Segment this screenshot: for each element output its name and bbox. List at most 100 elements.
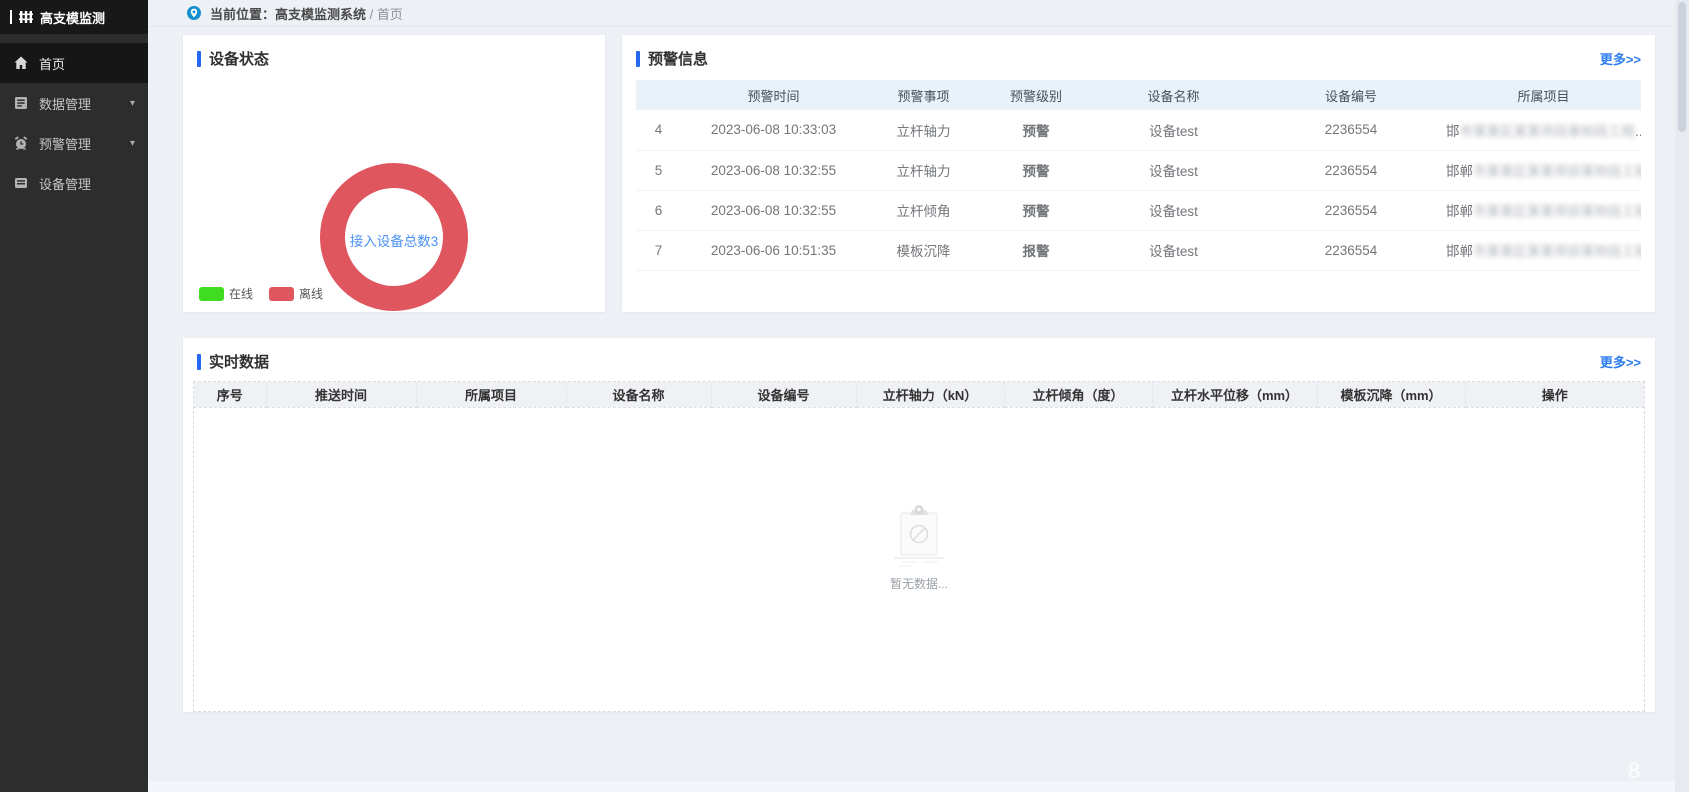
breadcrumb: 当前位置：高支模监测系统 / 首页 — [210, 4, 403, 23]
legend-online[interactable]: 在线 — [199, 285, 253, 302]
realtime-data-panel: 实时数据 更多>> 序号 推送时间 所属项目 设备名称 设备编号 立杆轴力（kN… — [183, 338, 1655, 712]
cell-level: 预警 — [981, 150, 1091, 190]
app-logo: 高支模监测 — [0, 0, 148, 34]
realtime-table-container: 序号 推送时间 所属项目 设备名称 设备编号 立杆轴力（kN） 立杆倾角（度） … — [193, 381, 1645, 712]
realtime-table: 序号 推送时间 所属项目 设备名称 设备编号 立杆轴力（kN） 立杆倾角（度） … — [194, 382, 1644, 408]
data-icon — [13, 95, 29, 111]
col-header-incline: 立杆倾角（度） — [1004, 382, 1152, 407]
cell-time: 2023-06-08 10:32:55 — [681, 150, 866, 190]
col-header-device-code: 设备编号 — [711, 382, 856, 407]
cell-project: 邯郸市某某区某某项目某标段工程... — [1446, 190, 1641, 230]
location-pin-icon — [186, 5, 202, 21]
cell-code: 2236554 — [1256, 230, 1446, 270]
cell-time: 2023-06-08 10:33:03 — [681, 110, 866, 150]
cell-device: 设备test — [1091, 230, 1256, 270]
breadcrumb-separator: / — [370, 7, 374, 22]
breadcrumb-prefix: 当前位置： — [210, 7, 275, 22]
vertical-scrollbar[interactable] — [1675, 0, 1689, 792]
alarm-table-header-row: 预警时间 预警事项 预警级别 设备名称 设备编号 所属项目 — [636, 80, 1641, 110]
col-header-item: 预警事项 — [866, 80, 981, 110]
realtime-panel-title: 实时数据 — [209, 351, 269, 372]
sidebar-item-label: 预警管理 — [39, 134, 91, 153]
cell-device: 设备test — [1091, 190, 1256, 230]
breadcrumb-current: 首页 — [377, 7, 403, 22]
sidebar-item-alarm-management[interactable]: 预警管理 ▾ — [0, 123, 148, 163]
alarm-bell-icon — [13, 135, 29, 151]
cell-level: 预警 — [981, 110, 1091, 150]
legend-swatch-offline — [269, 287, 294, 301]
sidebar-item-label: 数据管理 — [39, 94, 91, 113]
col-header-index: 序号 — [194, 382, 266, 407]
alarm-table: 预警时间 预警事项 预警级别 设备名称 设备编号 所属项目 4 2023-06-… — [636, 80, 1641, 271]
legend-swatch-online — [199, 287, 224, 301]
legend-label: 离线 — [299, 285, 323, 302]
cell-code: 2236554 — [1256, 190, 1446, 230]
realtime-panel-header: 实时数据 更多>> — [183, 338, 1655, 379]
chevron-down-icon[interactable]: ▾ — [130, 98, 135, 109]
cell-item: 立杆轴力 — [866, 110, 981, 150]
table-row[interactable]: 4 2023-06-08 10:33:03 立杆轴力 预警 设备test 223… — [636, 110, 1641, 150]
chevron-down-icon[interactable]: ▾ — [130, 138, 135, 149]
logo-bar — [10, 10, 12, 24]
table-row[interactable]: 6 2023-06-08 10:32:55 立杆倾角 预警 设备test 223… — [636, 190, 1641, 230]
sidebar: 高支模监测 首页 数据管理 ▾ 预警管理 ▾ 设备管理 — [0, 0, 148, 792]
table-row[interactable]: 5 2023-06-08 10:32:55 立杆轴力 预警 设备test 223… — [636, 150, 1641, 190]
legend-offline[interactable]: 离线 — [269, 285, 323, 302]
cell-time: 2023-06-06 10:51:35 — [681, 230, 866, 270]
scrollbar-thumb[interactable] — [1678, 2, 1686, 132]
breadcrumb-bar: 当前位置：高支模监测系统 / 首页 — [148, 0, 1689, 27]
home-icon — [13, 55, 29, 71]
empty-state-text: 暂无数据... — [886, 575, 952, 592]
col-header-time: 预警时间 — [681, 80, 866, 110]
title-accent-bar — [636, 51, 640, 67]
chart-legend: 在线 离线 — [199, 285, 323, 302]
table-row[interactable]: 7 2023-06-06 10:51:35 模板沉降 报警 设备test 223… — [636, 230, 1641, 270]
cell-index: 7 — [636, 230, 681, 270]
device-status-panel: 设备状态 接入设备总数3 在线 离线 — [183, 35, 605, 312]
alarm-more-link[interactable]: 更多>> — [1600, 49, 1641, 68]
device-status-chart: 接入设备总数3 — [183, 76, 605, 291]
cell-time: 2023-06-08 10:32:55 — [681, 190, 866, 230]
app-title: 高支模监测 — [40, 8, 105, 27]
cell-level: 报警 — [981, 230, 1091, 270]
realtime-table-body-empty: 暂无数据... — [194, 408, 1644, 711]
empty-state: 暂无数据... — [886, 502, 952, 592]
title-accent-bar — [197, 354, 201, 370]
donut-center-label: 接入设备总数3 — [350, 230, 439, 250]
cell-project: 邯市某某区某某项目某标段工程... — [1446, 110, 1641, 150]
redacted-text: 市某某区某某项目某标段工程 — [1473, 204, 1641, 219]
cell-device: 设备test — [1091, 110, 1256, 150]
logo-grid-icon — [18, 9, 34, 25]
col-header-level: 预警级别 — [981, 80, 1091, 110]
col-header-code: 设备编号 — [1256, 80, 1446, 110]
col-header-device: 设备名称 — [1091, 80, 1256, 110]
cell-item: 立杆轴力 — [866, 150, 981, 190]
cell-code: 2236554 — [1256, 110, 1446, 150]
sidebar-item-label: 首页 — [39, 54, 65, 73]
sidebar-item-home[interactable]: 首页 — [0, 43, 148, 83]
breadcrumb-system[interactable]: 高支模监测系统 — [275, 7, 366, 22]
realtime-more-link[interactable]: 更多>> — [1600, 352, 1641, 371]
device-icon — [13, 175, 29, 191]
sidebar-item-device-management[interactable]: 设备管理 — [0, 163, 148, 203]
cell-project: 邯郸市某某区某某项目某标段工程... — [1446, 230, 1641, 270]
cell-project: 邯郸市某某区某某项目某标段工程... — [1446, 150, 1641, 190]
col-header-settlement: 模板沉降（mm） — [1317, 382, 1465, 407]
col-header-push-time: 推送时间 — [266, 382, 416, 407]
realtime-table-header-row: 序号 推送时间 所属项目 设备名称 设备编号 立杆轴力（kN） 立杆倾角（度） … — [194, 382, 1644, 407]
col-header-index — [636, 80, 681, 110]
cell-index: 5 — [636, 150, 681, 190]
sidebar-item-data-management[interactable]: 数据管理 ▾ — [0, 83, 148, 123]
alarm-panel-title: 预警信息 — [648, 48, 708, 69]
legend-label: 在线 — [229, 285, 253, 302]
cell-item: 模板沉降 — [866, 230, 981, 270]
col-header-axial-force: 立杆轴力（kN） — [856, 382, 1004, 407]
redacted-text: 市某某区某某项目某标段工程 — [1473, 164, 1641, 179]
col-header-horizontal-disp: 立杆水平位移（mm） — [1152, 382, 1317, 407]
col-header-project: 所属项目 — [1446, 80, 1641, 110]
cell-index: 4 — [636, 110, 681, 150]
cell-code: 2236554 — [1256, 150, 1446, 190]
no-data-clipboard-icon — [886, 502, 952, 568]
title-accent-bar — [197, 51, 201, 67]
cell-item: 立杆倾角 — [866, 190, 981, 230]
